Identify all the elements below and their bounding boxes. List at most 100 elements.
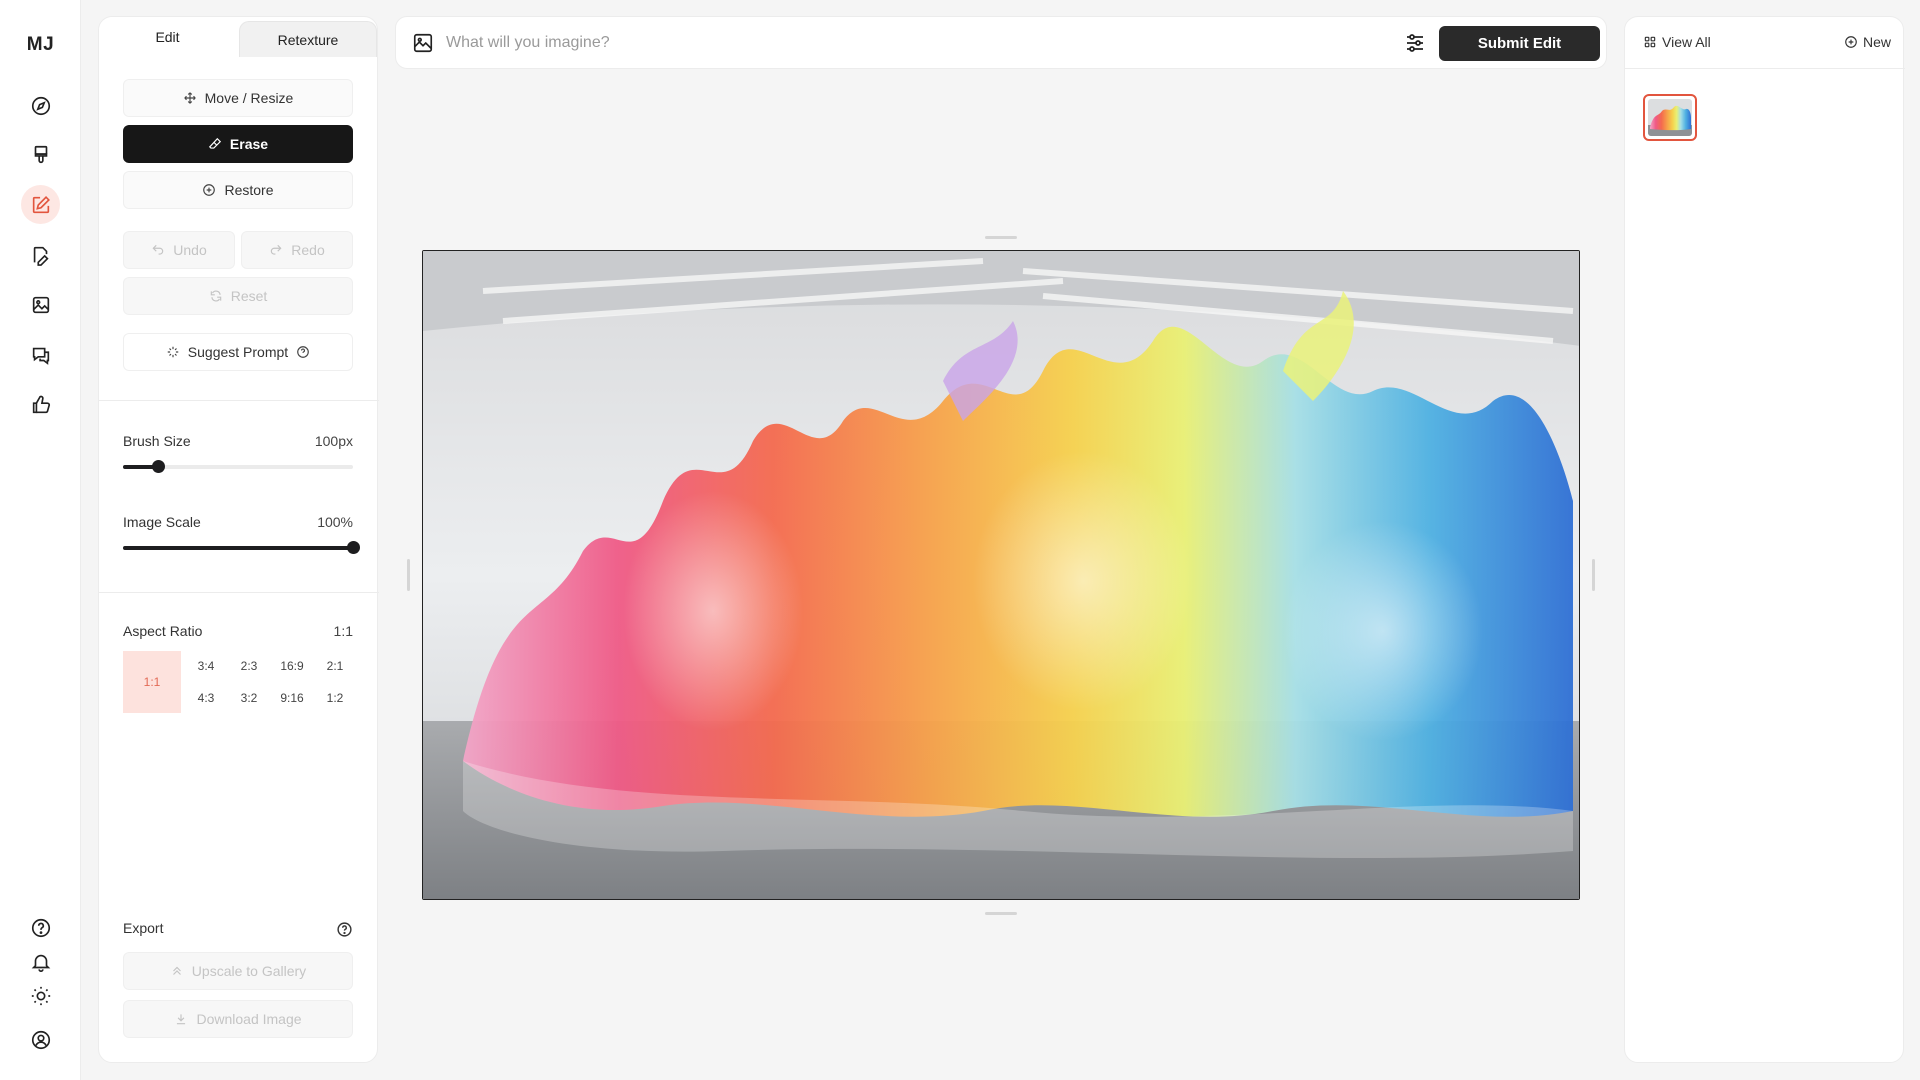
side-nav-rail: MJ — [0, 0, 81, 1080]
edit-nav-button[interactable] — [21, 185, 60, 224]
suggest-prompt-button[interactable]: Suggest Prompt — [123, 333, 353, 371]
aspect-option[interactable]: 1:2 — [314, 683, 356, 713]
submit-edit-button[interactable]: Submit Edit — [1439, 26, 1600, 61]
move-resize-button[interactable]: Move / Resize — [123, 79, 353, 117]
brush-size-label: Brush Size — [123, 433, 191, 449]
divider — [99, 592, 379, 593]
aspect-option[interactable]: 3:2 — [228, 683, 270, 713]
redo-button[interactable]: Redo — [241, 231, 353, 269]
upscale-label: Upscale to Gallery — [191, 963, 307, 979]
download-image-button[interactable]: Download Image — [123, 1000, 353, 1038]
erase-label: Erase — [229, 136, 269, 152]
help-circle-icon[interactable] — [296, 345, 310, 359]
aspect-option[interactable]: 4:3 — [185, 683, 227, 713]
tab-edit[interactable]: Edit — [99, 17, 236, 57]
chat-icon — [32, 347, 49, 365]
undo-icon — [152, 244, 164, 255]
export-label: Export — [123, 920, 164, 936]
erase-button[interactable]: Erase — [123, 125, 353, 163]
aspect-option-selected[interactable]: 1:1 — [123, 651, 181, 713]
bell-icon — [31, 954, 50, 972]
download-icon — [177, 1014, 186, 1025]
thumbnail-image — [1648, 99, 1692, 136]
new-button[interactable]: New — [1844, 34, 1891, 50]
create-button[interactable] — [21, 135, 60, 174]
theme-toggle-button[interactable] — [21, 976, 60, 1015]
sun-icon — [31, 986, 50, 1005]
undo-button[interactable]: Undo — [123, 231, 235, 269]
history-header: View All New — [1625, 17, 1905, 69]
image-scale-slider[interactable] — [123, 541, 360, 554]
view-all-label: View All — [1662, 34, 1711, 50]
undo-label: Undo — [173, 242, 207, 258]
move-icon — [183, 92, 196, 104]
redo-label: Redo — [291, 242, 325, 258]
grid-icon — [1644, 36, 1656, 48]
history-panel: View All New — [1624, 16, 1905, 1063]
likes-button[interactable] — [21, 385, 60, 424]
new-label: New — [1862, 34, 1891, 50]
edit-panel: Edit Retexture Move / Resize Erase Resto… — [98, 16, 379, 1063]
upscale-icon — [172, 966, 181, 975]
organize-icon — [33, 246, 49, 266]
brush-size-value: 100px — [314, 433, 353, 449]
reset-button[interactable]: Reset — [123, 277, 353, 315]
panel-tabs: Edit Retexture — [99, 17, 379, 57]
image-scale-fill — [123, 546, 353, 550]
aspect-ratio-grid: 1:1 3:4 2:3 16:9 2:1 4:3 3:2 9:16 1:2 — [123, 651, 353, 713]
app-logo[interactable]: MJ — [0, 34, 81, 56]
aspect-option[interactable]: 9:16 — [271, 683, 313, 713]
redo-icon — [271, 244, 282, 255]
aspect-ratio-label: Aspect Ratio — [123, 623, 203, 639]
account-button[interactable] — [21, 1020, 60, 1059]
download-label: Download Image — [196, 1011, 302, 1027]
chat-button[interactable] — [21, 335, 60, 374]
canvas-resize-handle-left[interactable] — [407, 559, 410, 591]
brush-size-handle[interactable] — [151, 460, 165, 473]
aspect-ratio-value: 1:1 — [333, 623, 353, 639]
settings-sliders-icon[interactable] — [1403, 31, 1427, 55]
move-resize-label: Move / Resize — [204, 90, 294, 106]
divider — [99, 400, 379, 401]
aspect-option[interactable]: 3:4 — [185, 651, 227, 681]
canvas-resize-handle-bottom[interactable] — [985, 912, 1017, 915]
eraser-icon — [208, 137, 221, 149]
organize-button[interactable] — [21, 235, 60, 274]
image-scale-handle[interactable] — [347, 541, 360, 554]
account-icon — [31, 1030, 50, 1049]
explore-button[interactable] — [21, 86, 60, 125]
tab-retexture[interactable]: Retexture — [239, 21, 377, 57]
brush-size-slider[interactable] — [123, 460, 353, 473]
edit-canvas-image[interactable] — [422, 250, 1580, 900]
sparkle-icon — [167, 346, 179, 358]
like-icon — [32, 395, 50, 413]
aspect-option[interactable]: 2:3 — [228, 651, 270, 681]
image-scale-value: 100% — [317, 514, 353, 530]
restore-button[interactable]: Restore — [123, 171, 353, 209]
gallery-button[interactable] — [21, 285, 60, 324]
image-scale-label: Image Scale — [123, 514, 201, 530]
canvas-artwork — [423, 251, 1579, 899]
help-icon — [31, 918, 50, 937]
prompt-bar: Submit Edit — [395, 16, 1607, 69]
prompt-input[interactable] — [446, 27, 1346, 59]
plus-circle-icon — [1845, 36, 1857, 48]
aspect-option[interactable]: 2:1 — [314, 651, 356, 681]
view-all-button[interactable]: View All — [1643, 34, 1711, 50]
canvas-resize-handle-top[interactable] — [985, 236, 1017, 239]
canvas-resize-handle-right[interactable] — [1592, 559, 1595, 591]
suggest-prompt-label: Suggest Prompt — [187, 344, 289, 360]
history-thumbnail-selected[interactable] — [1643, 94, 1697, 141]
image-upload-icon[interactable] — [412, 32, 434, 54]
aspect-option[interactable]: 16:9 — [271, 651, 313, 681]
brush-icon — [34, 145, 47, 163]
upscale-to-gallery-button[interactable]: Upscale to Gallery — [123, 952, 353, 990]
reset-icon — [210, 290, 221, 302]
reset-label: Reset — [230, 288, 268, 304]
plus-circle-icon — [203, 184, 216, 196]
explore-icon — [31, 96, 50, 115]
export-help-icon[interactable] — [336, 921, 353, 938]
restore-label: Restore — [224, 182, 274, 198]
edit-icon — [32, 195, 50, 213]
gallery-icon — [32, 296, 49, 313]
